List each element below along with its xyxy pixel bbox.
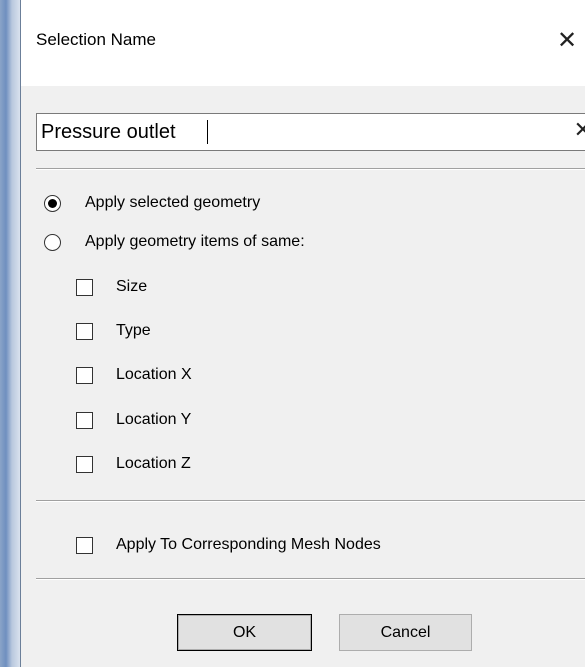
checkbox-label: Apply To Corresponding Mesh Nodes <box>116 536 381 553</box>
divider <box>36 578 585 580</box>
checkbox-label: Location X <box>116 366 192 383</box>
checkbox-size[interactable]: Size <box>76 278 147 296</box>
background-window-edge <box>0 0 20 667</box>
selection-name-field[interactable]: ✕ <box>36 113 585 151</box>
radio-label: Apply geometry items of same: <box>85 233 305 250</box>
checkbox-label: Type <box>116 322 151 339</box>
clear-icon[interactable]: ✕ <box>574 118 585 143</box>
dialog-titlebar[interactable]: Selection Name ✕ <box>21 0 585 86</box>
checkbox-label: Location Y <box>116 411 192 428</box>
close-icon[interactable]: ✕ <box>550 22 584 58</box>
radio-button[interactable] <box>44 233 61 251</box>
checkbox-apply-mesh-nodes[interactable]: Apply To Corresponding Mesh Nodes <box>76 536 381 554</box>
cancel-button[interactable]: Cancel <box>339 614 472 651</box>
divider <box>36 500 585 502</box>
checkbox-type[interactable]: Type <box>76 322 151 340</box>
divider <box>36 168 585 170</box>
checkbox-location-y[interactable]: Location Y <box>76 411 191 429</box>
checkbox[interactable] <box>76 411 93 429</box>
radio-selected-dot <box>48 198 57 208</box>
radio-label: Apply selected geometry <box>85 194 261 211</box>
checkbox-label: Size <box>116 278 148 295</box>
radio-button[interactable] <box>44 194 61 212</box>
checkbox[interactable] <box>76 322 93 340</box>
checkbox[interactable] <box>76 366 93 384</box>
checkbox[interactable] <box>76 278 93 296</box>
checkbox[interactable] <box>76 536 93 554</box>
text-caret <box>207 120 208 144</box>
selection-name-dialog: Selection Name ✕ ✕ Apply selected geomet… <box>20 0 585 667</box>
checkbox-label: Location Z <box>116 455 191 472</box>
radio-apply-geometry-items-same[interactable]: Apply geometry items of same: <box>44 233 305 251</box>
checkbox-location-x[interactable]: Location X <box>76 366 192 384</box>
selection-name-input[interactable] <box>41 119 561 145</box>
dialog-title: Selection Name <box>36 30 157 49</box>
radio-apply-selected-geometry[interactable]: Apply selected geometry <box>44 194 260 212</box>
checkbox[interactable] <box>76 455 93 473</box>
checkbox-location-z[interactable]: Location Z <box>76 455 191 473</box>
ok-button[interactable]: OK <box>177 614 312 651</box>
